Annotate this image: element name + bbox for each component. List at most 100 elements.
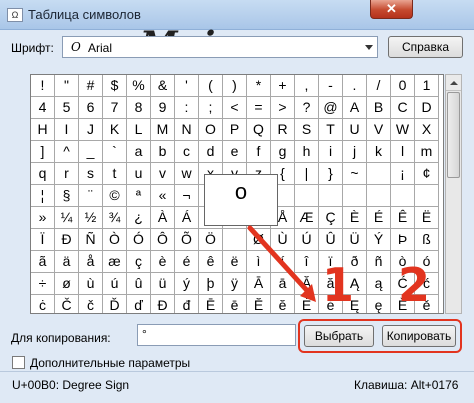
grid-cell[interactable]: q [31, 163, 55, 185]
grid-cell[interactable]: t [103, 163, 127, 185]
grid-cell[interactable]: > [271, 97, 295, 119]
grid-cell[interactable]: L [127, 119, 151, 141]
grid-cell[interactable]: Ê [391, 207, 415, 229]
grid-cell[interactable]: h [295, 141, 319, 163]
grid-cell[interactable]: l [391, 141, 415, 163]
grid-cell[interactable]: ¨ [79, 185, 103, 207]
chevron-down-icon[interactable] [365, 45, 373, 50]
grid-cell[interactable]: 1 [415, 75, 439, 97]
grid-cell[interactable]: § [55, 185, 79, 207]
grid-cell[interactable]: ( [199, 75, 223, 97]
grid-cell[interactable]: W [391, 119, 415, 141]
grid-cell[interactable]: j [343, 141, 367, 163]
grid-cell[interactable]: Č [55, 295, 79, 313]
copy-input[interactable]: ° [137, 324, 296, 346]
grid-cell[interactable]: s [79, 163, 103, 185]
close-button[interactable]: ✕ [370, 0, 413, 19]
grid-cell[interactable]: © [103, 185, 127, 207]
grid-cell[interactable]: 5 [55, 97, 79, 119]
grid-cell[interactable]: ` [103, 141, 127, 163]
grid-cell[interactable]: 4 [31, 97, 55, 119]
grid-cell[interactable]: K [103, 119, 127, 141]
grid-cell[interactable]: + [271, 75, 295, 97]
grid-cell[interactable] [223, 229, 247, 251]
grid-cell[interactable]: 9 [151, 97, 175, 119]
grid-cell[interactable]: Á [175, 207, 199, 229]
grid-cell[interactable]: P [223, 119, 247, 141]
grid-cell[interactable]: @ [319, 97, 343, 119]
grid-cell[interactable]: u [127, 163, 151, 185]
grid-cell[interactable]: ¾ [103, 207, 127, 229]
grid-cell[interactable]: é [175, 251, 199, 273]
grid-cell[interactable]: Ñ [79, 229, 103, 251]
grid-cell[interactable]: C [391, 97, 415, 119]
grid-cell[interactable]: Ø [247, 229, 271, 251]
grid-cell[interactable]: æ [103, 251, 127, 273]
grid-cell[interactable] [367, 185, 391, 207]
grid-cell[interactable]: e [223, 141, 247, 163]
grid-cell[interactable]: c [175, 141, 199, 163]
grid-cell[interactable]: À [151, 207, 175, 229]
grid-cell[interactable]: ù [79, 273, 103, 295]
grid-cell[interactable]: Đ [151, 295, 175, 313]
grid-cell[interactable]: Æ [295, 207, 319, 229]
grid-cell[interactable] [367, 163, 391, 185]
grid-cell[interactable]: 0 [391, 75, 415, 97]
grid-cell[interactable]: ¼ [55, 207, 79, 229]
grid-cell[interactable]: č [79, 295, 103, 313]
grid-cell[interactable]: Ð [55, 229, 79, 251]
grid-cell[interactable]: ê [199, 251, 223, 273]
grid-cell[interactable]: ' [175, 75, 199, 97]
grid-cell[interactable]: Ò [103, 229, 127, 251]
grid-cell[interactable]: S [295, 119, 319, 141]
grid-cell[interactable]: Ë [415, 207, 439, 229]
grid-cell[interactable]: ? [295, 97, 319, 119]
grid-cell[interactable]: = [247, 97, 271, 119]
grid-cell[interactable]: Ē [199, 295, 223, 313]
grid-cell[interactable] [295, 185, 319, 207]
grid-cell[interactable] [343, 185, 367, 207]
grid-cell[interactable]: è [151, 251, 175, 273]
grid-cell[interactable]: r [55, 163, 79, 185]
grid-cell[interactable]: ë [223, 251, 247, 273]
grid-cell[interactable]: A [343, 97, 367, 119]
grid-cell[interactable]: ç [127, 251, 151, 273]
grid-cell[interactable]: B [367, 97, 391, 119]
grid-cell[interactable]: b [151, 141, 175, 163]
grid-cell[interactable]: ¡ [391, 163, 415, 185]
grid-scrollbar[interactable] [445, 74, 462, 314]
grid-cell[interactable]: M [151, 119, 175, 141]
grid-cell[interactable]: ì [247, 251, 271, 273]
grid-cell[interactable]: i [319, 141, 343, 163]
advanced-checkbox[interactable] [12, 356, 25, 369]
grid-cell[interactable]: ; [199, 97, 223, 119]
grid-cell[interactable]: a [127, 141, 151, 163]
grid-cell[interactable]: < [223, 97, 247, 119]
grid-cell[interactable]: Ö [199, 229, 223, 251]
grid-cell[interactable]: w [175, 163, 199, 185]
help-button[interactable]: Справка [388, 36, 463, 58]
grid-cell[interactable]: È [343, 207, 367, 229]
grid-cell[interactable]: T [319, 119, 343, 141]
grid-cell[interactable]: 7 [103, 97, 127, 119]
grid-cell[interactable]: ä [55, 251, 79, 273]
grid-cell[interactable]: $ [103, 75, 127, 97]
grid-cell[interactable]: Ý [367, 229, 391, 251]
grid-cell[interactable]: ĕ [271, 295, 295, 313]
grid-cell[interactable]: " [55, 75, 79, 97]
grid-cell[interactable]: Q [247, 119, 271, 141]
grid-cell[interactable]: û [127, 273, 151, 295]
grid-cell[interactable]: d [199, 141, 223, 163]
grid-cell[interactable]: Ā [247, 273, 271, 295]
grid-cell[interactable]: H [31, 119, 55, 141]
grid-cell[interactable]: ú [103, 273, 127, 295]
grid-cell[interactable]: m [415, 141, 439, 163]
grid-cell[interactable]: | [295, 163, 319, 185]
grid-cell[interactable]: v [151, 163, 175, 185]
grid-cell[interactable]: * [247, 75, 271, 97]
grid-cell[interactable]: / [367, 75, 391, 97]
grid-cell[interactable]: Ï [31, 229, 55, 251]
grid-cell[interactable]: đ [175, 295, 199, 313]
scroll-up-icon[interactable] [446, 75, 461, 91]
grid-cell[interactable]: 8 [127, 97, 151, 119]
